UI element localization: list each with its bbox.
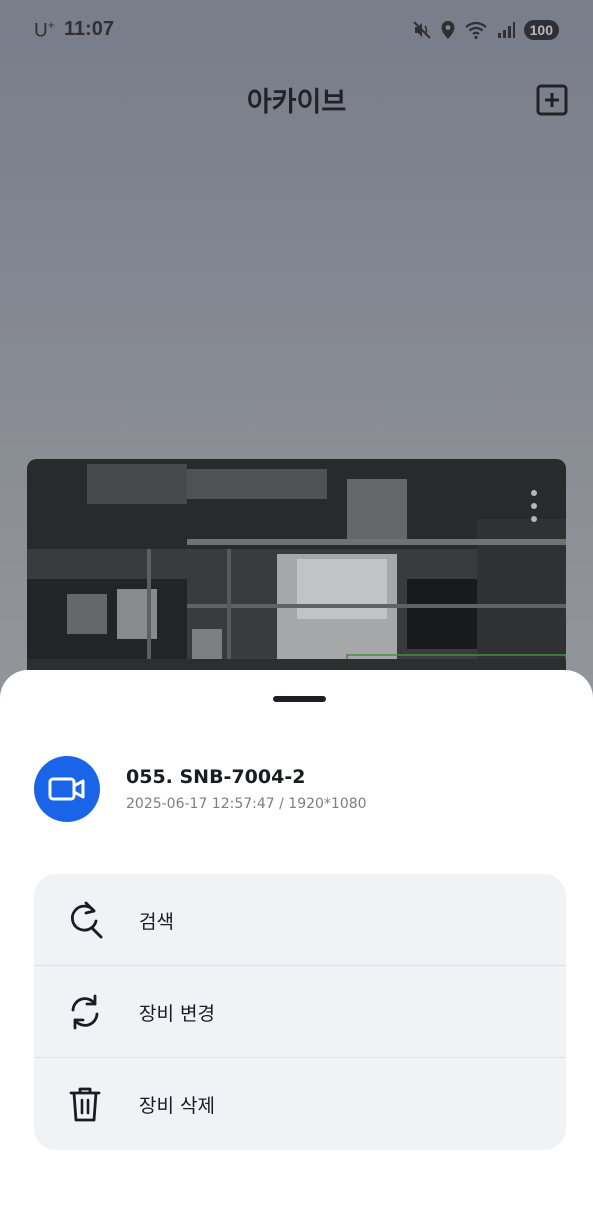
menu-item-label: 검색 [139,911,174,933]
action-menu: 검색 장비 변경 장비 삭제 [34,874,566,1150]
device-name: 055. SNB-7004-2 [126,766,306,788]
search-refresh-icon [70,901,103,939]
device-meta: 2025-06-17 12:57:47 / 1920*1080 [126,796,367,812]
menu-item-label: 장비 변경 [139,1003,215,1025]
menu-item-change-device[interactable]: 장비 변경 [34,966,566,1058]
sheet-grabber[interactable] [273,696,326,702]
video-camera-icon [48,777,85,801]
device-avatar [34,756,100,822]
archive-screen: U+ 11:07 100 아카이브 055. SNB-7004-2 2025-0… [0,0,593,1205]
trash-icon [69,1087,101,1122]
bottom-sheet: 055. SNB-7004-2 2025-06-17 12:57:47 / 19… [0,670,593,1205]
menu-item-label: 장비 삭제 [139,1095,215,1117]
menu-item-search[interactable]: 검색 [34,874,566,966]
refresh-icon [71,994,99,1030]
menu-item-delete-device[interactable]: 장비 삭제 [34,1058,566,1149]
